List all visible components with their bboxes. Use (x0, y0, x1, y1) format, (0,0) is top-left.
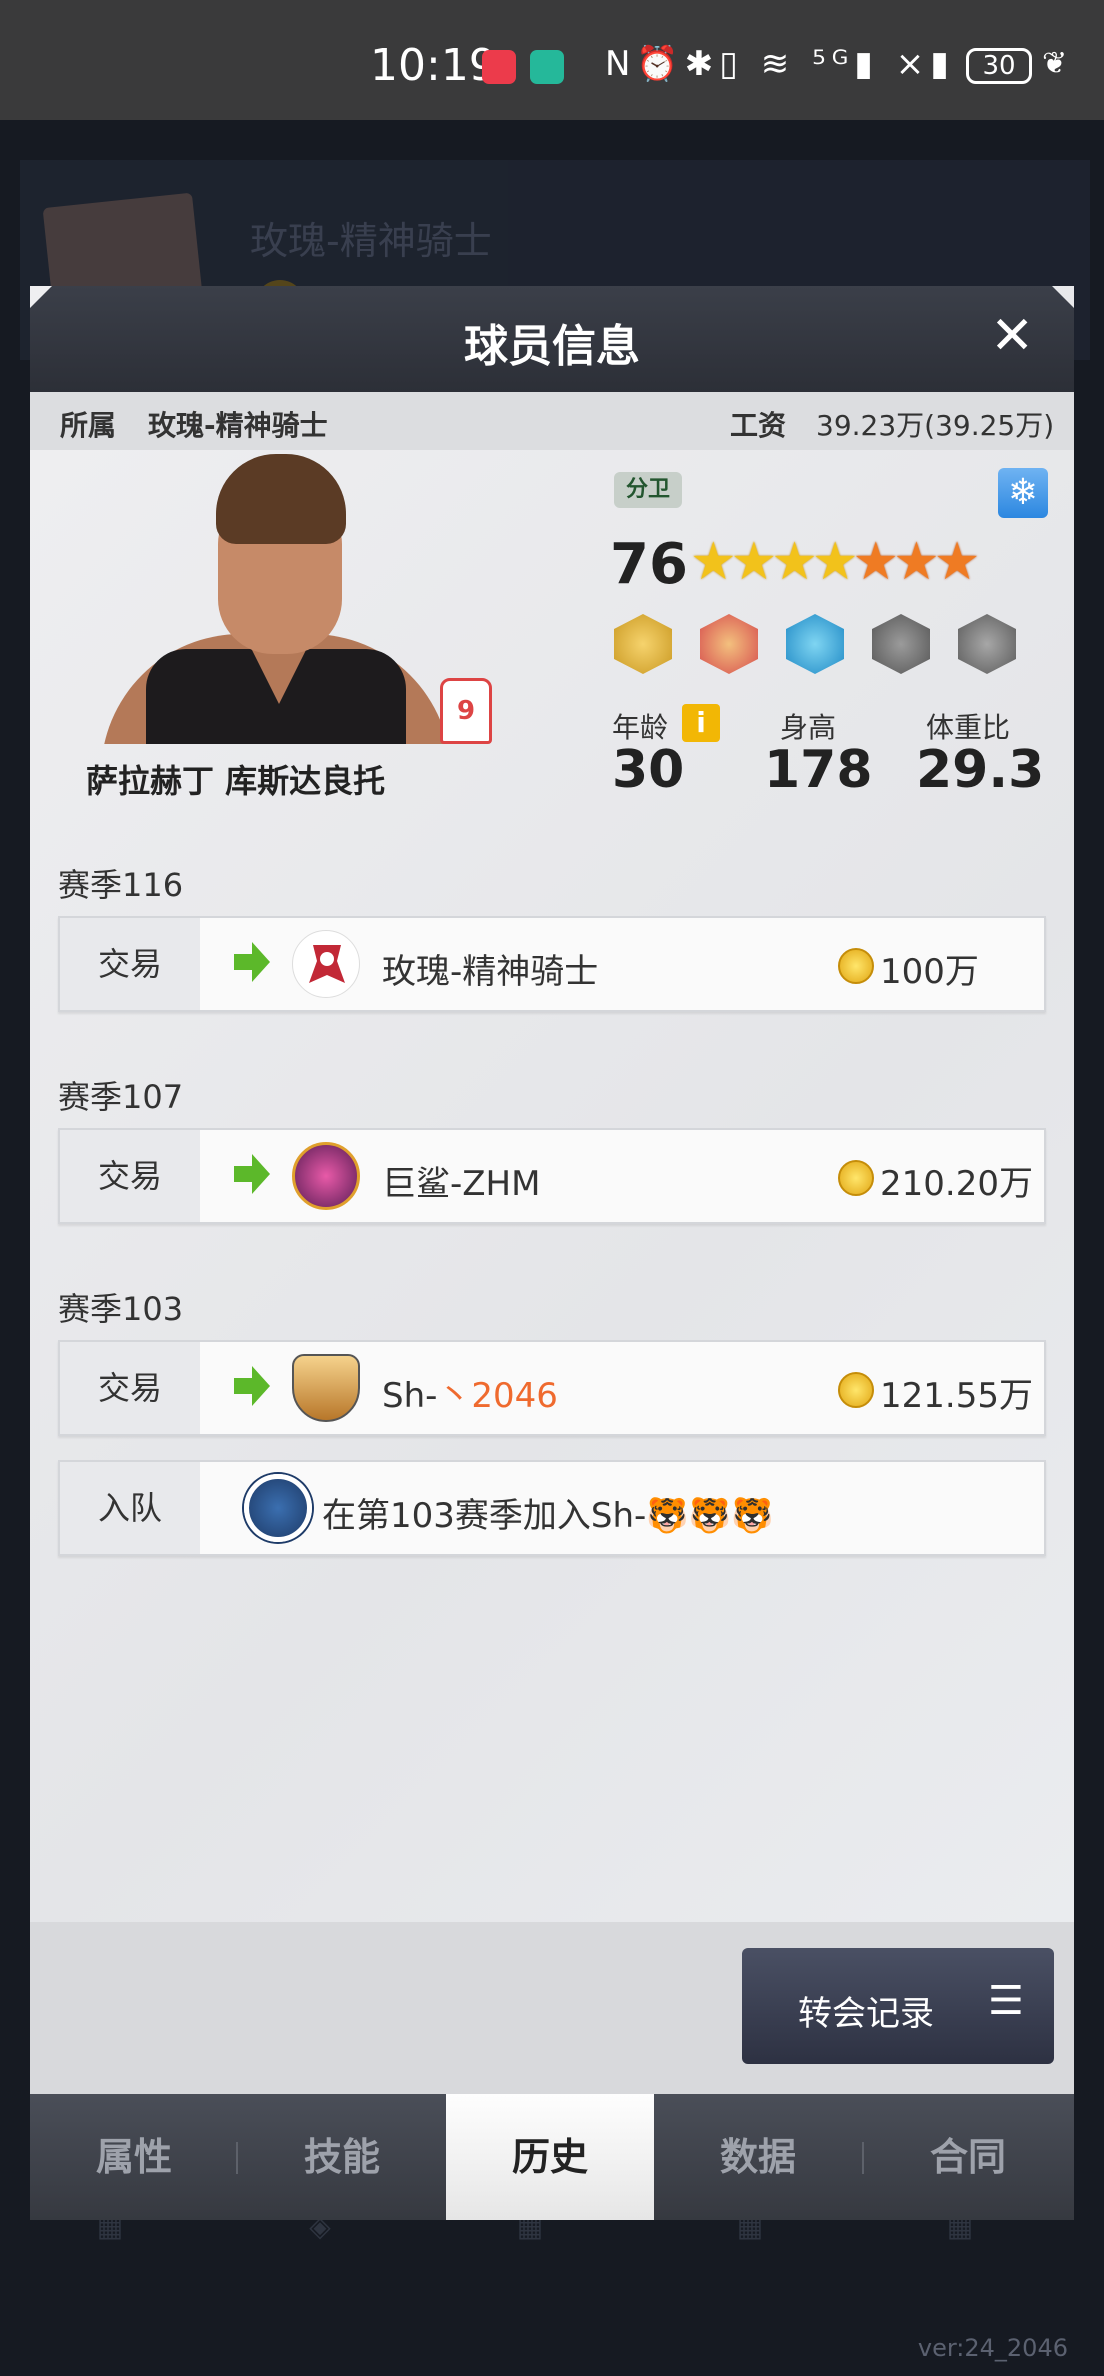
team-name: 巨鲨-ZHM (382, 1164, 541, 1204)
team-name: Sh-丶2046 (382, 1368, 558, 1417)
weight-ratio-value: 29.3 (916, 740, 1045, 800)
tab-data[interactable]: 数据 (654, 2094, 862, 2220)
skill-badges (614, 614, 1054, 678)
blue-badge-icon[interactable] (786, 614, 844, 674)
status-bar: 10:19 N⏰✱▯ ≋ ⁵ᴳ▮ ×▮ 30 ❦ (0, 0, 1104, 120)
player-name: 萨拉赫丁 库斯达良托 (86, 762, 386, 800)
team-name-highlight: 丶2046 (437, 1376, 558, 1416)
player-info-modal: 球员信息 ✕ 所属 玫瑰-精神骑士 工资 39.23万(39.25万) 9 萨拉… (30, 286, 1074, 2220)
power-saving-icon: ❦ (1042, 46, 1068, 81)
coin-icon (838, 948, 874, 984)
battery-icon: 30 (966, 48, 1032, 84)
history-row[interactable]: 交易 玫瑰-精神骑士 100万 (58, 916, 1046, 1012)
history-row[interactable]: 交易 巨鲨-ZHM 210.20万 (58, 1128, 1046, 1224)
tab-attributes[interactable]: 属性 (30, 2094, 238, 2220)
player-portrait (66, 454, 446, 744)
orange-star-icon: ★ (893, 532, 940, 592)
system-status-icons: N⏰✱▯ ≋ ⁵ᴳ▮ ×▮ (605, 44, 955, 84)
team-value: 玫瑰-精神骑士 (148, 409, 328, 442)
orange-star-icon: ★ (933, 532, 981, 592)
season-title: 赛季116 (58, 866, 184, 904)
taobao-app-icon (482, 50, 516, 84)
info-icon[interactable]: i (682, 704, 720, 742)
empty-badge-icon (958, 614, 1016, 674)
notification-app-icon (530, 50, 564, 84)
transfer-fee: 100万 (880, 952, 979, 992)
transfer-fee: 121.55万 (880, 1376, 1033, 1416)
gold-star-icon: ★ (811, 532, 859, 592)
team-logo-icon (244, 1474, 312, 1542)
season-title: 赛季107 (58, 1078, 184, 1116)
orange-star-icon: ★ (852, 532, 900, 592)
tab-history[interactable]: 历史 (446, 2094, 654, 2220)
team-logo-icon (292, 1142, 360, 1210)
history-type: 交易 (60, 1130, 200, 1222)
portrait-hair (216, 454, 346, 544)
team-label: 所属 (60, 409, 117, 442)
red-badge-icon[interactable] (700, 614, 758, 674)
close-button[interactable]: ✕ (990, 306, 1034, 366)
tab-bar: 属性 技能 历史 数据 合同 (30, 2094, 1074, 2220)
transfer-record-label: 转会记录 (798, 1994, 934, 2034)
jersey-number-icon: 9 (440, 678, 492, 744)
info-bar: 所属 玫瑰-精神骑士 工资 39.23万(39.25万) (30, 392, 1074, 450)
gold-star-icon: ★ (771, 532, 818, 592)
history-type: 入队 (60, 1462, 200, 1554)
join-description: 在第103赛季加入Sh-🐯🐯🐯 (322, 1496, 774, 1536)
menu-icon: ☰ (988, 1978, 1024, 2024)
team-logo-icon (292, 930, 360, 998)
age-value: 30 (612, 740, 685, 800)
team-name-prefix: Sh- (382, 1376, 438, 1416)
arrow-right-icon (234, 1366, 270, 1406)
season-title: 赛季103 (58, 1290, 184, 1328)
overall-rating: 76 (610, 532, 688, 597)
salary-label: 工资 (730, 409, 787, 442)
coin-icon (838, 1372, 874, 1408)
team-name: 玫瑰-精神骑士 (382, 952, 599, 992)
version-label: ver:24_2046 (917, 2334, 1068, 2362)
tab-skills[interactable]: 技能 (238, 2094, 446, 2220)
snowflake-icon[interactable]: ❄ (998, 468, 1048, 518)
bg-team-title: 玫瑰-精神骑士 (250, 219, 492, 263)
salary-value: 39.23万(39.25万) (816, 409, 1055, 442)
gold-star-icon: ★ (690, 532, 737, 592)
history-type: 交易 (60, 918, 200, 1010)
history-type: 交易 (60, 1342, 200, 1434)
transfer-fee: 210.20万 (880, 1164, 1033, 1204)
tab-contract[interactable]: 合同 (864, 2094, 1072, 2220)
arrow-right-icon (234, 1154, 270, 1194)
clock: 10:19 (370, 40, 497, 91)
coin-icon (838, 1160, 874, 1196)
gold-star-icon: ★ (730, 532, 778, 592)
gold-badge-icon[interactable] (614, 614, 672, 674)
modal-title: 球员信息 (464, 321, 640, 372)
transfer-record-button[interactable]: 转会记录 ☰ (742, 1948, 1054, 2064)
star-rating: ★★★★★★★ (690, 532, 981, 592)
height-value: 178 (764, 740, 873, 800)
history-row[interactable]: 入队 在第103赛季加入Sh-🐯🐯🐯 (58, 1460, 1046, 1556)
arrow-right-icon (234, 942, 270, 982)
history-row[interactable]: 交易 Sh-丶2046 121.55万 (58, 1340, 1046, 1436)
empty-badge-icon (872, 614, 930, 674)
team-shield-logo-icon (292, 1354, 360, 1422)
position-badge: 分卫 (614, 472, 683, 508)
